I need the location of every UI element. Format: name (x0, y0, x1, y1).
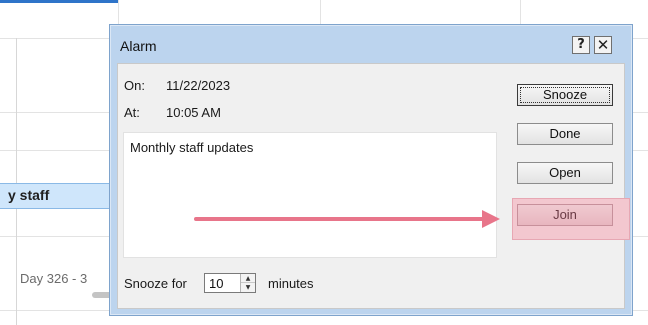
alarm-dialog: Alarm ? ✕ On: 11/22/2023 At: 10:05 AM Mo… (109, 24, 633, 316)
close-button[interactable]: ✕ (594, 36, 612, 54)
on-label: On: (124, 78, 145, 93)
dialog-title: Alarm (120, 38, 157, 54)
calendar-event-label: y staff (8, 187, 50, 203)
calendar-day-label: Day 326 - 3 (20, 271, 88, 286)
dialog-client-area: On: 11/22/2023 At: 10:05 AM Monthly staf… (117, 63, 630, 309)
on-value: 11/22/2023 (166, 78, 231, 93)
open-button[interactable]: Open (517, 162, 613, 184)
snooze-button[interactable]: Snooze (517, 84, 613, 106)
minutes-label: minutes (268, 276, 314, 291)
spin-down-icon[interactable]: ▼ (241, 283, 255, 292)
spin-up-icon[interactable]: ▲ (241, 274, 255, 283)
close-icon: ✕ (596, 36, 610, 54)
calendar-selected-tab-indicator (0, 0, 118, 3)
help-button[interactable]: ? (572, 36, 590, 54)
snooze-for-label: Snooze for (124, 276, 187, 291)
subject-text: Monthly staff updates (130, 140, 254, 155)
snooze-minutes-value[interactable]: 10 (209, 276, 223, 291)
join-button[interactable]: Join (517, 204, 613, 226)
calendar-left-edge (16, 38, 17, 325)
calendar-event[interactable]: y staff (0, 183, 118, 209)
snooze-minutes-spinner[interactable]: 10 ▲ ▼ (204, 273, 256, 293)
spinner-buttons: ▲ ▼ (240, 274, 255, 292)
at-value: 10:05 AM (166, 105, 221, 120)
at-label: At: (124, 105, 140, 120)
annotation-arrow-icon (194, 210, 500, 228)
done-button[interactable]: Done (517, 123, 613, 145)
